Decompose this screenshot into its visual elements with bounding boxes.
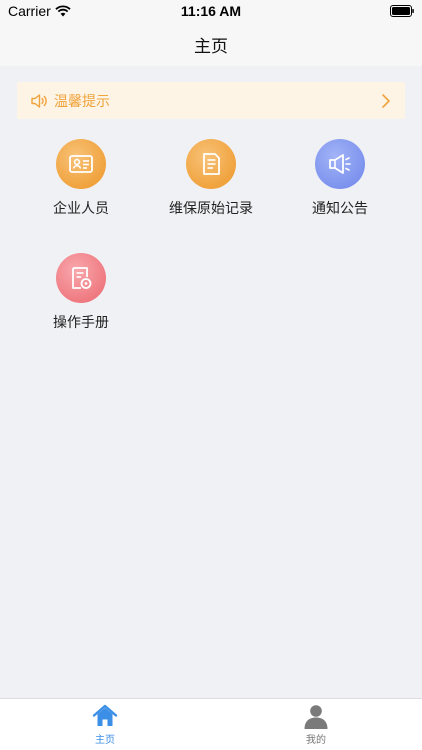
chevron-right-icon bbox=[382, 93, 390, 108]
menu-item-label: 通知公告 bbox=[312, 201, 368, 217]
document-icon bbox=[203, 153, 220, 175]
id-card-icon bbox=[69, 155, 93, 173]
enterprise-staff-icon-circle bbox=[56, 139, 106, 189]
status-bar: Carrier 11:16 AM bbox=[0, 0, 422, 22]
maintenance-records-icon-circle bbox=[186, 139, 236, 189]
tab-home[interactable]: 主页 bbox=[75, 703, 135, 746]
app-screen: Carrier 11:16 AM 主页 温馨提示 企业人员 维保原始记录 通知公… bbox=[0, 0, 422, 750]
person-icon bbox=[304, 705, 328, 729]
menu-item-enterprise-staff[interactable]: 企业人员 bbox=[16, 139, 146, 218]
megaphone-icon bbox=[329, 154, 351, 174]
menu-item-label: 企业人员 bbox=[53, 201, 109, 217]
tab-home-label: 主页 bbox=[95, 735, 115, 746]
menu-item-label: 维保原始记录 bbox=[169, 201, 253, 217]
status-time: 11:16 AM bbox=[180, 3, 242, 19]
menu-item-maintenance-records[interactable]: 维保原始记录 bbox=[146, 139, 276, 218]
navigation-bar: 主页 bbox=[0, 22, 422, 66]
notice-banner[interactable]: 温馨提示 bbox=[17, 82, 405, 119]
manual-icon bbox=[72, 267, 92, 289]
speaker-icon bbox=[31, 93, 47, 108]
tab-mine-label: 我的 bbox=[306, 735, 326, 746]
notices-icon-circle bbox=[315, 139, 365, 189]
menu-item-label: 操作手册 bbox=[53, 315, 109, 331]
menu-item-operation-manual[interactable]: 操作手册 bbox=[16, 253, 146, 332]
battery-icon bbox=[390, 5, 414, 17]
menu-item-notices[interactable]: 通知公告 bbox=[275, 139, 405, 218]
home-icon bbox=[92, 704, 118, 726]
operation-manual-icon-circle bbox=[56, 253, 106, 303]
tab-bar: 主页 我的 bbox=[0, 698, 422, 750]
page-title: 主页 bbox=[194, 36, 228, 57]
notice-label: 温馨提示 bbox=[54, 93, 110, 110]
tab-mine[interactable]: 我的 bbox=[286, 703, 346, 746]
